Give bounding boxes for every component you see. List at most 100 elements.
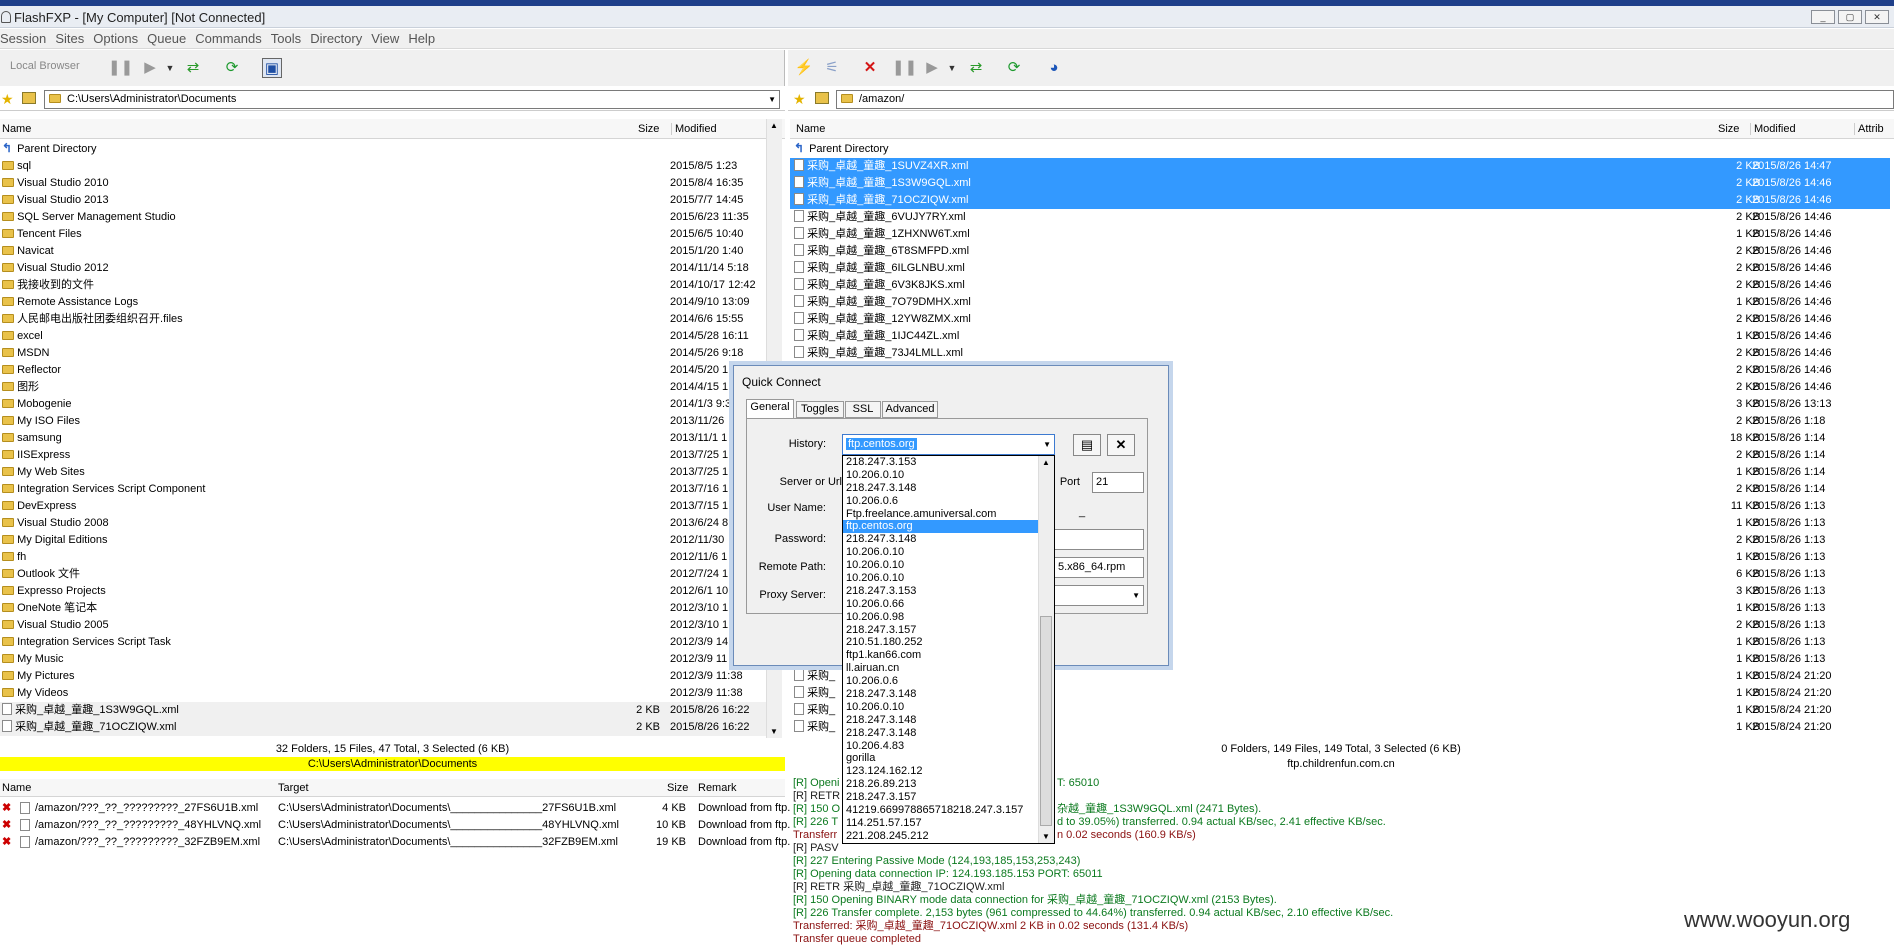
history-option[interactable]: 10.206.0.6 (843, 495, 1038, 508)
history-option[interactable]: 218.247.3.148 (843, 688, 1038, 701)
list-item[interactable]: 采购_卓越_童趣_71OCZIQW.xml 2 KB 2015/8/26 16:22 (0, 719, 766, 736)
abort-icon[interactable]: ✕ (860, 58, 880, 78)
menu-queue[interactable]: Queue (147, 29, 192, 46)
queue-col-name[interactable]: Name (2, 782, 31, 794)
tab-ssl[interactable]: SSL (845, 401, 881, 418)
delete-history-button[interactable]: ✕ (1107, 434, 1135, 456)
history-option[interactable]: 218.26.89.213 (843, 778, 1038, 791)
history-option[interactable]: 218.247.3.148 (843, 727, 1038, 740)
col-size[interactable]: Size (1718, 123, 1739, 135)
history-option[interactable]: ll.airuan.cn (843, 662, 1038, 675)
history-option[interactable]: 41219.669978865718218.247.3.157 (843, 804, 1038, 817)
list-item[interactable]: Visual Studio 2013 2015/7/7 14:45 (0, 192, 766, 209)
history-option[interactable]: 218.247.3.153 (843, 585, 1038, 598)
maximize-button[interactable]: ▢ (1838, 10, 1862, 24)
password-input[interactable] (1054, 529, 1144, 550)
history-option[interactable]: 123.124.162.12 (843, 765, 1038, 778)
scroll-up-icon[interactable]: ▲ (770, 121, 778, 130)
history-option[interactable]: 10.206.0.10 (843, 572, 1038, 585)
menu-session[interactable]: Session (0, 29, 52, 46)
list-item[interactable]: Visual Studio 2010 2015/8/4 16:35 (0, 175, 766, 192)
list-item[interactable]: 采购_卓越_童趣_1IJC44ZL.xml 1 KB 2015/8/26 14:46 (790, 328, 1890, 345)
tab-general[interactable]: General (746, 399, 794, 419)
history-option[interactable]: 10.206.0.10 (843, 701, 1038, 714)
list-item[interactable]: 我接收到的文件 2014/10/17 12:42 (0, 277, 766, 294)
history-option[interactable]: 10.206.0.10 (843, 559, 1038, 572)
menu-view[interactable]: View (371, 29, 405, 46)
list-item[interactable]: Visual Studio 2008 2013/6/24 8 (0, 515, 766, 532)
parent-directory-row[interactable]: ↰ Parent Directory (0, 141, 768, 158)
col-size[interactable]: Size (638, 123, 659, 135)
queue-col-target[interactable]: Target (278, 782, 309, 794)
history-option[interactable]: ftp.centos.org (843, 520, 1038, 534)
transfer-icon[interactable]: ▶ (140, 58, 160, 78)
col-name[interactable]: Name (796, 123, 825, 135)
dropdown-scrollbar[interactable]: ▲ ▼ (1038, 456, 1054, 843)
folder-up-icon[interactable] (815, 92, 829, 104)
chevron-down-icon[interactable]: ▼ (1132, 586, 1140, 605)
history-option[interactable]: 218.247.3.153 (843, 456, 1038, 469)
list-item[interactable]: 采购_卓越_童趣_73J4LMLL.xml 2 KB 2015/8/26 14:46 (790, 345, 1890, 362)
queue-col-size[interactable]: Size (667, 782, 688, 794)
list-item[interactable]: My Videos 2012/3/9 11:38 (0, 685, 766, 702)
list-item[interactable]: excel 2014/5/28 16:11 (0, 328, 766, 345)
history-select[interactable]: ftp.centos.org ▼ (842, 434, 1055, 455)
list-item[interactable]: Navicat 2015/1/20 1:40 (0, 243, 766, 260)
list-item[interactable]: DevExpress 2013/7/15 1 (0, 498, 766, 515)
list-item[interactable]: 采购_卓越_童趣_71OCZIQW.xml 2 KB 2015/8/26 14:46 (790, 192, 1890, 209)
list-item[interactable]: 采购_卓越_童趣_1S3W9GQL.xml 2 KB 2015/8/26 16:22 (0, 702, 766, 719)
list-item[interactable]: IISExpress 2013/7/25 1 (0, 447, 766, 464)
history-option[interactable]: 218.247.3.157 (843, 624, 1038, 637)
menu-tools[interactable]: Tools (271, 29, 307, 46)
col-modified[interactable]: Modified (671, 123, 764, 135)
history-option[interactable]: 221.208.245.212 (843, 830, 1038, 843)
refresh-icon[interactable]: ⟳ (222, 58, 242, 78)
transfer-icon[interactable]: ▶ (922, 58, 942, 78)
pause-icon[interactable]: ❚❚ (892, 58, 917, 78)
folder-up-icon[interactable] (22, 92, 36, 104)
list-item[interactable]: 采购_卓越_童趣_7O79DMHX.xml 1 KB 2015/8/26 14:46 (790, 294, 1890, 311)
menu-sites[interactable]: Sites (55, 29, 90, 46)
col-name[interactable]: Name (2, 123, 31, 135)
history-option[interactable]: ftp1.kan66.com (843, 649, 1038, 662)
list-item[interactable]: My Music 2012/3/9 11 (0, 651, 766, 668)
favorites-star-icon[interactable]: ★ (793, 91, 806, 108)
connect-icon[interactable]: ⇄ (183, 58, 203, 78)
queue-row[interactable]: ✖ /amazon/???_??_?????????_27FS6U1B.xml C:… (0, 800, 790, 817)
col-modified[interactable]: Modified (1750, 123, 1848, 135)
pause-icon[interactable]: ❚❚ (108, 58, 133, 78)
queue-col-remark[interactable]: Remark (698, 782, 737, 794)
list-item[interactable]: samsung 2013/11/1 1 (0, 430, 766, 447)
list-item[interactable]: 采购_卓越_童趣_1S3W9GQL.xml 2 KB 2015/8/26 14:46 (790, 175, 1890, 192)
remote-path-input[interactable]: /amazon/ (836, 90, 1894, 109)
list-item[interactable]: fh 2012/11/6 1 (0, 549, 766, 566)
history-option[interactable]: 218.247.3.148 (843, 714, 1038, 727)
history-option[interactable]: Ftp.freelance.amuniversal.com (843, 508, 1038, 521)
menu-options[interactable]: Options (93, 29, 144, 46)
scroll-thumb[interactable] (1040, 616, 1052, 826)
history-option[interactable]: 218.247.3.148 (843, 482, 1038, 495)
local-path-input[interactable]: C:\Users\Administrator\Documents ▼ (44, 90, 780, 109)
proxy-select[interactable]: ▼ (1054, 585, 1144, 606)
chevron-down-icon[interactable]: ▼ (1043, 435, 1051, 454)
favorites-star-icon[interactable]: ★ (1, 91, 14, 108)
list-item[interactable]: MSDN 2014/5/26 9:18 (0, 345, 766, 362)
history-option[interactable]: 10.206.0.66 (843, 598, 1038, 611)
col-attrib[interactable]: Attrib (1854, 123, 1884, 135)
history-option[interactable]: 10.206.0.10 (843, 469, 1038, 482)
list-item[interactable]: 采购_卓越_童趣_1SUVZ4XR.xml 2 KB 2015/8/26 14:47 (790, 158, 1890, 175)
list-item[interactable]: Visual Studio 2012 2014/11/14 5:18 (0, 260, 766, 277)
list-item[interactable]: 采购_卓越_童趣_1ZHXNW6T.xml 1 KB 2015/8/26 14:46 (790, 226, 1890, 243)
list-item[interactable]: 采购_卓越_童趣_6T8SMFPD.xml 2 KB 2015/8/26 14:46 (790, 243, 1890, 260)
list-item[interactable]: 人民邮电出版社团委组织召开.files 2014/6/6 15:55 (0, 311, 766, 328)
chevron-down-icon[interactable]: ▼ (160, 58, 180, 78)
list-item[interactable]: Tencent Files 2015/6/5 10:40 (0, 226, 766, 243)
history-option[interactable]: 10.206.0.10 (843, 546, 1038, 559)
queue-row[interactable]: ✖ /amazon/???_??_?????????_48YHLVNQ.xml C:… (0, 817, 790, 834)
transfer-direction-icon[interactable]: ⇄ (966, 58, 986, 78)
list-item[interactable]: OneNote 笔记本 2012/3/10 1 (0, 600, 766, 617)
list-item[interactable]: 采购_卓越_童趣_6VUJY7RY.xml 2 KB 2015/8/26 14:46 (790, 209, 1890, 226)
history-option[interactable]: 210.51.180.252 (843, 636, 1038, 649)
disconnect-icon[interactable]: ⚟ (822, 58, 842, 78)
close-window-button[interactable]: ✕ (1865, 10, 1889, 24)
